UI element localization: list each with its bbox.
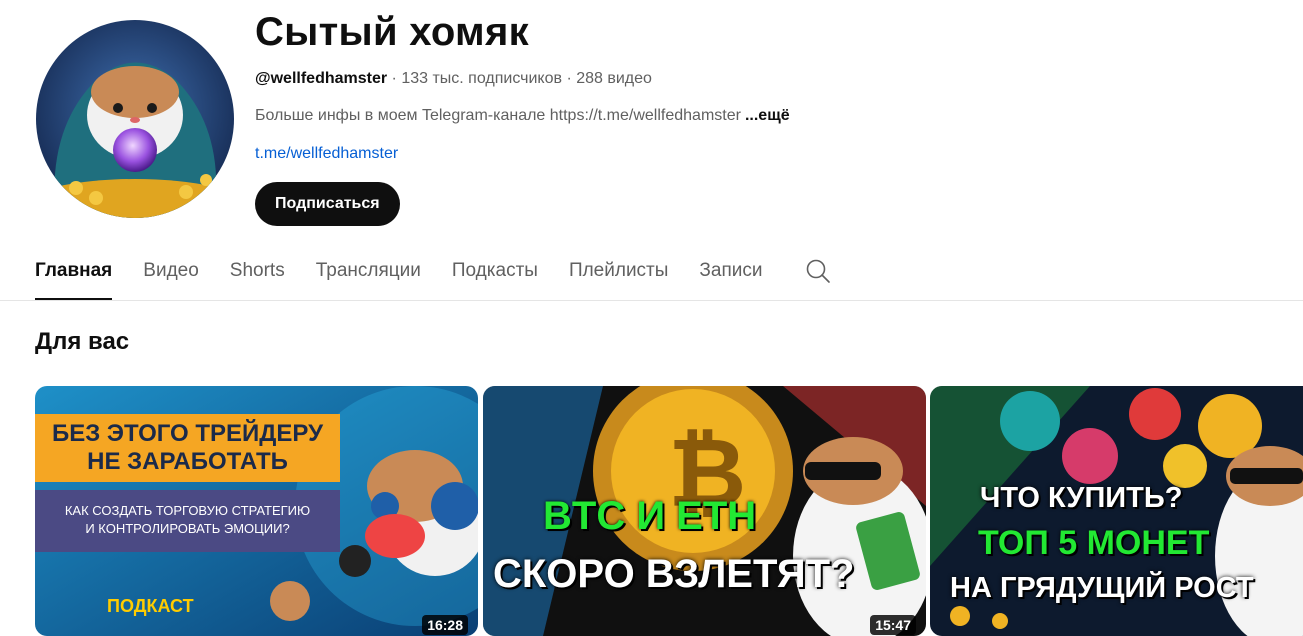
thumbnail-line: НЕ ЗАРАБОТАТЬ	[87, 448, 288, 475]
thumbnail-line: ЧТО КУПИТЬ?	[980, 482, 1183, 514]
video-card[interactable]: БЕЗ ЭТОГО ТРЕЙДЕРУ НЕ ЗАРАБОТАТЬ КАК СОЗ…	[35, 386, 478, 636]
tabs-divider	[0, 300, 1303, 301]
tab-shorts[interactable]: Shorts	[230, 250, 285, 300]
subscriber-count: 133 тыс. подписчиков	[401, 70, 562, 87]
thumbnail-headline: БЕЗ ЭТОГО ТРЕЙДЕРУ НЕ ЗАРАБОТАТЬ	[35, 414, 340, 482]
video-duration: 15:47	[870, 615, 916, 635]
channel-meta: @wellfedhamster · 133 тыс. подписчиков ·…	[255, 70, 652, 88]
thumbnail-line: BTC И ETH	[543, 494, 757, 538]
video-count: 288 видео	[576, 70, 652, 87]
tab-home[interactable]: Главная	[35, 250, 113, 300]
tab-live[interactable]: Трансляции	[316, 250, 421, 300]
thumbnail-line: КАК СОЗДАТЬ ТОРГОВУЮ СТРАТЕГИЮ	[64, 503, 311, 518]
video-card[interactable]: ЧТО КУПИТЬ? ТОП 5 МОНЕТ НА ГРЯДУЩИЙ РОСТ	[930, 386, 1303, 636]
thumbnail-line: НА ГРЯДУЩИЙ РОСТ	[950, 572, 1254, 604]
channel-title: Сытый хомяк	[255, 10, 529, 54]
tab-posts[interactable]: Записи	[699, 250, 762, 300]
thumbnail-line: БЕЗ ЭТОГО ТРЕЙДЕРУ	[51, 420, 324, 447]
more-button[interactable]: ...ещё	[745, 107, 790, 124]
video-duration: 16:28	[422, 615, 468, 635]
channel-description[interactable]: Больше инфы в моем Telegram-канале https…	[255, 107, 790, 125]
channel-handle: @wellfedhamster	[255, 70, 388, 87]
channel-link[interactable]: t.me/wellfedhamster	[255, 145, 398, 163]
thumbnail-line: СКОРО ВЗЛЕТЯТ?	[493, 552, 855, 596]
subscribe-button[interactable]: Подписаться	[255, 182, 400, 226]
tab-videos[interactable]: Видео	[143, 250, 199, 300]
thumbnail-line: И КОНТРОЛИРОВАТЬ ЭМОЦИИ?	[85, 521, 290, 536]
video-card[interactable]: ₿ BTC И ETH СКОРО ВЗЛЕТЯТ? 15:47	[483, 386, 926, 636]
channel-avatar[interactable]	[36, 20, 234, 218]
meta-separator: ·	[387, 70, 402, 87]
section-title: Для вас	[35, 328, 130, 355]
tab-podcasts[interactable]: Подкасты	[452, 250, 538, 300]
description-text: Больше инфы в моем Telegram-канале https…	[255, 107, 741, 124]
thumbnail-subheadline: КАК СОЗДАТЬ ТОРГОВУЮ СТРАТЕГИЮ И КОНТРОЛ…	[35, 490, 340, 552]
search-icon[interactable]	[805, 258, 831, 289]
thumbnail-line: ТОП 5 МОНЕТ	[978, 524, 1210, 562]
channel-tabs: Главная Видео Shorts Трансляции Подкасты…	[35, 250, 831, 300]
thumbnail-tag: ПОДКАСТ	[107, 596, 194, 616]
meta-separator: ·	[562, 70, 577, 87]
tab-playlists[interactable]: Плейлисты	[569, 250, 668, 300]
